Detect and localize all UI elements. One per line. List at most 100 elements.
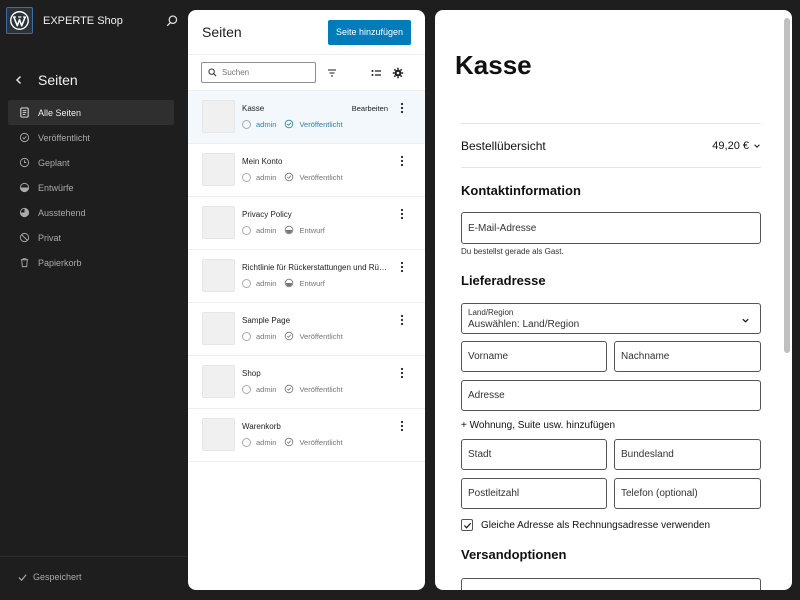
address-field[interactable]: Adresse [461,380,761,411]
sidebar-item-alle-seiten[interactable]: Alle Seiten [8,100,174,125]
more-options-icon[interactable] [398,313,406,327]
same-address-checkbox[interactable] [461,519,473,531]
page-meta: admin Veröffentlicht [242,331,343,341]
page-thumbnail [202,312,235,345]
published-icon [285,331,294,341]
search-input[interactable]: Suchen [201,62,316,83]
pending-icon [19,207,30,218]
page-thumbnail [202,418,235,451]
settings-icon[interactable] [392,67,404,79]
sidebar-item-geplant[interactable]: Geplant [8,150,174,175]
page-thumbnail [202,206,235,239]
add-apartment-link[interactable]: + Wohnung, Suite usw. hinzufügen [461,420,615,431]
page-preview[interactable]: Kasse Bestellübersicht 49,20 € Kontaktin… [435,10,792,590]
page-title[interactable]: Richtlinie für Rückerstattungen und Rü… [242,263,387,272]
sidebar-header: Seiten [14,72,78,88]
address-placeholder: Adresse [468,390,505,401]
sidebar-heading: Seiten [38,72,78,88]
published-icon [285,437,294,447]
city-field[interactable]: Stadt [461,439,607,470]
chevron-down-icon [754,143,760,148]
order-total: 49,20 € [712,140,761,152]
page-title[interactable]: Privacy Policy [242,210,292,219]
sidebar-item-veroeffentlicht[interactable]: Veröffentlicht [8,125,174,150]
list-view-icon[interactable] [370,67,382,79]
sidebar-item-label: Privat [38,232,62,243]
shipping-heading: Lieferadresse [461,273,546,288]
list-item[interactable]: Sample Page admin Veröffentlicht [188,303,425,356]
last-name-placeholder: Nachname [621,351,670,362]
postcode-field[interactable]: Postleitzahl [461,478,607,509]
add-page-button[interactable]: Seite hinzufügen [327,19,411,45]
sidebar-item-privat[interactable]: Privat [8,225,174,250]
sidebar-item-papierkorb[interactable]: Papierkorb [8,250,174,275]
country-value: Auswählen: Land/Region [468,319,580,330]
last-name-field[interactable]: Nachname [614,341,761,372]
email-placeholder: E-Mail-Adresse [468,222,537,234]
more-options-icon[interactable] [398,207,406,221]
list-item[interactable]: Kasse admin Veröffentlicht Bearbeiten [188,91,425,144]
page-author: admin [256,278,277,288]
more-options-icon[interactable] [398,419,406,433]
published-icon [19,132,30,143]
page-title[interactable]: Sample Page [242,316,290,325]
sidebar: EXPERTE Shop Seiten Alle Seiten Veröffen… [0,0,187,600]
same-address-label[interactable]: Gleiche Adresse als Rechnungsadresse ver… [481,520,710,531]
edit-button[interactable]: Bearbeiten [352,104,388,113]
page-author: admin [256,119,277,129]
sidebar-item-label: Alle Seiten [38,107,82,118]
page-title[interactable]: Mein Konto [242,157,282,166]
city-placeholder: Stadt [468,449,492,460]
checkmark-icon [463,522,471,529]
list-item[interactable]: Warenkorb admin Veröffentlicht [188,409,425,462]
more-options-icon[interactable] [398,366,406,380]
page-meta: admin Veröffentlicht [242,437,343,447]
phone-placeholder: Telefon (optional) [621,488,698,499]
wordpress-icon[interactable] [6,7,33,34]
back-chevron-icon[interactable] [14,75,24,85]
email-field[interactable]: E-Mail-Adresse [461,212,761,244]
state-field[interactable]: Bundesland [614,439,761,470]
preview-scrollbar[interactable] [784,18,790,353]
avatar [242,119,251,129]
pages-icon [20,107,29,118]
avatar [242,225,251,235]
page-status: Entwurf [299,225,325,235]
page-title[interactable]: Shop [242,369,261,378]
sidebar-item-entwuerfe[interactable]: Entwürfe [8,175,174,200]
published-icon [285,384,294,394]
filter-icon[interactable] [326,67,338,79]
avatar [242,172,251,182]
list-item[interactable]: Privacy Policy admin Entwurf [188,197,425,250]
list-item[interactable]: Richtlinie für Rückerstattungen und Rü… … [188,250,425,303]
list-item[interactable]: Shop admin Veröffentlicht [188,356,425,409]
more-options-icon[interactable] [398,260,406,274]
save-status-label: Gespeichert [33,572,82,582]
order-summary[interactable]: Bestellübersicht 49,20 € [461,123,761,168]
page-thumbnail [202,365,235,398]
guest-hint: Du bestellst gerade als Gast. [461,247,564,256]
search-icon[interactable] [165,14,179,28]
trash-icon [20,258,29,268]
first-name-placeholder: Vorname [468,351,509,362]
sidebar-item-label: Entwürfe [38,182,74,193]
page-author: admin [256,331,277,341]
page-meta: admin Entwurf [242,225,325,235]
draft-icon [285,225,294,235]
order-total-value: 49,20 € [712,139,749,152]
site-title[interactable]: EXPERTE Shop [43,15,165,27]
search-icon [208,68,217,77]
first-name-field[interactable]: Vorname [461,341,607,372]
page-meta: admin Veröffentlicht [242,172,343,182]
sidebar-item-ausstehend[interactable]: Ausstehend [8,200,174,225]
shipping-options-box[interactable] [461,578,761,590]
state-placeholder: Bundesland [621,449,674,460]
phone-field[interactable]: Telefon (optional) [614,478,761,509]
country-select[interactable]: Land/Region Auswählen: Land/Region [461,303,761,334]
list-item[interactable]: Mein Konto admin Veröffentlicht [188,144,425,197]
more-options-icon[interactable] [398,101,406,115]
sidebar-item-label: Ausstehend [38,207,86,218]
more-options-icon[interactable] [398,154,406,168]
page-title[interactable]: Kasse [242,104,264,113]
page-title[interactable]: Warenkorb [242,422,281,431]
